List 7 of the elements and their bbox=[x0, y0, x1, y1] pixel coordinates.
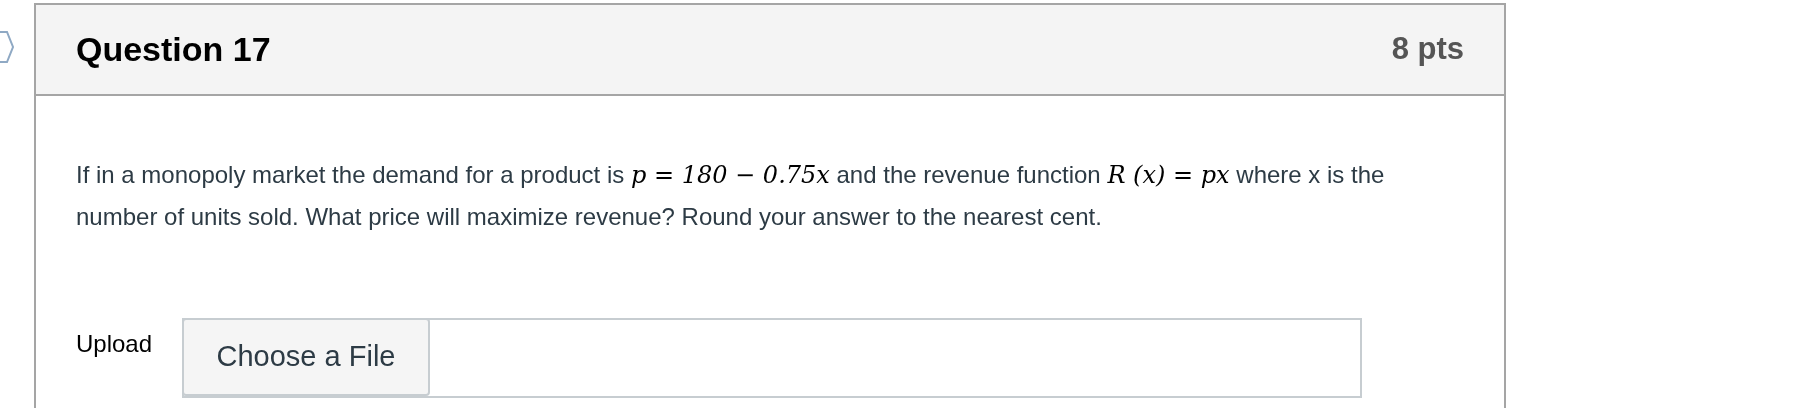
question-text: If in a monopoly market the demand for a product is p = 180 − 0.75x and the revenue function R (x) = px where x is the number of units sold. What price will maximize revenue? Round your answer to the nearest cent. bbox=[76, 160, 1386, 232]
points-label: 8 pts bbox=[1391, 30, 1464, 69]
choose-file-button[interactable]: Choose a File bbox=[182, 318, 430, 396]
upload-label: Upload bbox=[76, 329, 154, 359]
chevron-icon[interactable] bbox=[0, 30, 14, 64]
question-title: Question 17 bbox=[76, 29, 271, 70]
file-input-field[interactable]: Choose a File bbox=[182, 318, 1362, 398]
